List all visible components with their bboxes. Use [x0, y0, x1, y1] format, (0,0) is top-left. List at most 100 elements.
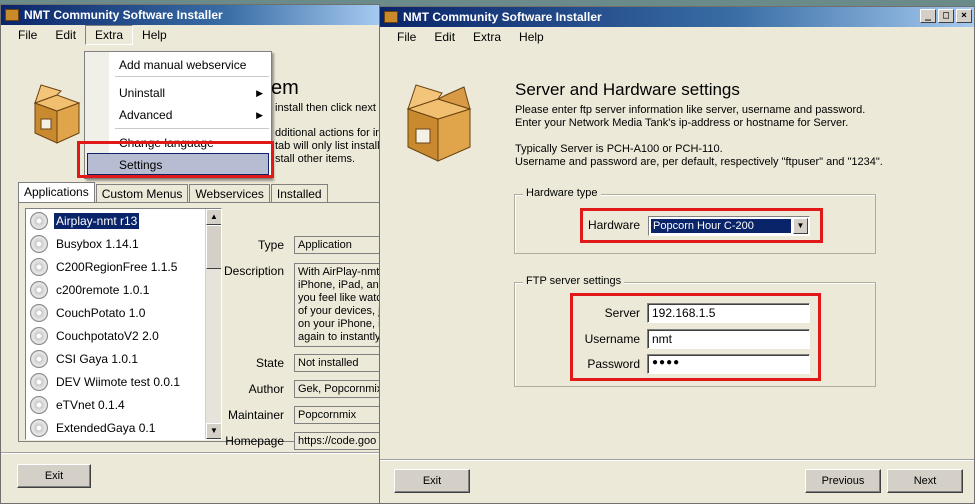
list-item-label: ExtendedGaya 0.1 [56, 420, 156, 435]
left-desc-line-4: stall other items. [275, 153, 356, 165]
list-item-label: eTVnet 0.1.4 [56, 397, 125, 412]
menu-item-add-manual-webservice[interactable]: Add manual webservice [119, 58, 246, 72]
maximize-icon[interactable]: □ [938, 9, 954, 23]
app-icon [384, 11, 398, 23]
left-heading-peek: em [271, 77, 299, 99]
author-label: Author [248, 382, 284, 396]
scroll-up-icon[interactable]: ▲ [206, 209, 221, 225]
menu-item-change-language[interactable]: Change language [119, 136, 214, 150]
submenu-arrow-icon: ▶ [256, 110, 263, 120]
list-item[interactable]: CouchPotato 1.0 [26, 301, 221, 324]
list-item[interactable]: CSI Gaya 1.0.1 [26, 347, 221, 370]
previous-button[interactable]: Previous [805, 469, 881, 493]
menu-help[interactable]: Help [510, 28, 553, 46]
menu-extra[interactable]: Extra [464, 28, 510, 46]
menu-edit[interactable]: Edit [46, 26, 85, 44]
tab-installed[interactable]: Installed [270, 184, 328, 202]
menu-edit[interactable]: Edit [425, 28, 464, 46]
server-input[interactable]: 192.168.1.5 [647, 303, 810, 323]
menu-separator [115, 128, 269, 129]
right-footer-divider [380, 459, 974, 461]
right-menu-bar: File Edit Extra Help [380, 27, 974, 47]
disc-icon [30, 234, 48, 253]
menu-item-advanced[interactable]: Advanced [119, 108, 172, 122]
right-title-bar[interactable]: NMT Community Software Installer _ □ × [380, 7, 974, 27]
extra-menu-dropdown: Add manual webservice Uninstall ▶ Advanc… [84, 51, 272, 179]
disc-icon [30, 211, 48, 230]
list-item[interactable]: Busybox 1.14.1 [26, 232, 221, 255]
menu-extra[interactable]: Extra [85, 25, 134, 45]
description-line: of your devices, j [298, 305, 380, 317]
homepage-value[interactable]: https://code.goo [294, 432, 379, 450]
list-item[interactable]: DEV Wiimote test 0.0.1 [26, 370, 221, 393]
disc-icon [30, 326, 48, 345]
menu-item-settings[interactable]: Settings [119, 158, 162, 172]
list-item[interactable]: C200RegionFree 1.1.5 [26, 255, 221, 278]
maintainer-value: Popcornmix [294, 406, 379, 424]
description-line: With AirPlay-nmt [298, 266, 380, 278]
password-label: Password [587, 357, 640, 371]
ftp-settings-legend: FTP server settings [523, 275, 625, 287]
state-label: State [255, 356, 284, 370]
type-value: Application [294, 236, 379, 254]
disc-icon [30, 280, 48, 299]
package-box-icon [33, 84, 81, 144]
left-window-title: NMT Community Software Installer [24, 8, 223, 22]
disc-icon [30, 303, 48, 322]
package-box-icon [406, 84, 472, 162]
left-title-bar[interactable]: NMT Community Software Installer [1, 5, 379, 25]
submenu-arrow-icon: ▶ [256, 88, 263, 98]
hardware-select-value: Popcorn Hour C-200 [651, 219, 791, 233]
username-input[interactable]: nmt [647, 329, 810, 349]
intro-line-2: Enter your Network Media Tank's ip-addre… [515, 117, 849, 129]
menu-file[interactable]: File [9, 26, 46, 44]
window-controls: _ □ × [920, 9, 972, 23]
disc-icon [30, 257, 48, 276]
tab-applications[interactable]: Applications [18, 182, 95, 202]
list-item-label: CSI Gaya 1.0.1 [56, 351, 139, 366]
list-item-label: CouchpotatoV2 2.0 [56, 328, 159, 343]
left-installer-window: NMT Community Software Installer File Ed… [0, 4, 380, 504]
list-item[interactable]: c200remote 1.0.1 [26, 278, 221, 301]
list-item[interactable]: CouchpotatoV2 2.0 [26, 324, 221, 347]
description-line: on your iPhone, i [298, 318, 380, 330]
chevron-down-icon[interactable]: ▼ [793, 218, 808, 234]
minimize-icon[interactable]: _ [920, 9, 936, 23]
right-exit-button[interactable]: Exit [394, 469, 470, 493]
left-tab-strip: Applications Custom Menus Webservices In… [18, 182, 329, 202]
right-window-title: NMT Community Software Installer [403, 10, 602, 24]
left-desc-line-3: tab will only list install [275, 140, 380, 152]
intro-line-1: Please enter ftp server information like… [515, 104, 866, 116]
list-item-label: CouchPotato 1.0 [56, 305, 146, 320]
left-menu-bar: File Edit Extra Help [1, 25, 379, 45]
menu-item-uninstall[interactable]: Uninstall [119, 86, 165, 100]
next-button[interactable]: Next [887, 469, 963, 493]
scroll-down-icon[interactable]: ▼ [206, 423, 221, 439]
scroll-thumb[interactable] [206, 225, 221, 269]
left-footer-divider [1, 452, 379, 454]
list-item-label: DEV Wiimote test 0.0.1 [56, 374, 181, 389]
list-item[interactable]: ExtendedGaya 0.1 [26, 416, 221, 439]
note-line-1: Typically Server is PCH-A100 or PCH-110. [515, 143, 723, 155]
menu-separator [115, 76, 269, 77]
password-input[interactable]: ●●●● [647, 354, 810, 374]
list-item[interactable]: Airplay-nmt r13 [26, 209, 221, 232]
tab-custom-menus[interactable]: Custom Menus [95, 184, 189, 202]
menu-file[interactable]: File [388, 28, 425, 46]
hardware-type-legend: Hardware type [523, 187, 601, 199]
tab-webservices[interactable]: Webservices [189, 184, 270, 202]
menu-help[interactable]: Help [133, 26, 176, 44]
hardware-select[interactable]: Popcorn Hour C-200 ▼ [648, 216, 810, 236]
hardware-label: Hardware [587, 218, 640, 232]
left-exit-button[interactable]: Exit [17, 464, 91, 488]
left-desc-line-1: install then click next t [275, 102, 380, 114]
homepage-label: Homepage [225, 434, 284, 448]
disc-icon [30, 372, 48, 391]
applications-list-scrollbar[interactable]: ▲ ▼ [205, 209, 221, 439]
server-label: Server [604, 306, 640, 320]
description-line: again to instantly [298, 331, 380, 343]
applications-list[interactable]: Airplay-nmt r13 Busybox 1.14.1 C200RegionF… [25, 208, 222, 440]
list-item[interactable]: eTVnet 0.1.4 [26, 393, 221, 416]
close-icon[interactable]: × [956, 9, 972, 23]
description-line: iPhone, iPad, an [298, 279, 379, 291]
